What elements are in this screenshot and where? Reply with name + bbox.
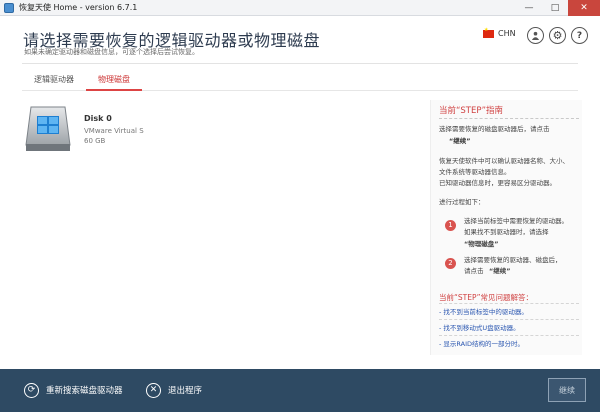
window-title: 恢复天使 Home - version 6.7.1 (19, 3, 138, 12)
title-bar: 恢复天使 Home - version 6.7.1 — □ ✕ (0, 0, 600, 16)
guide-process-label: 进行过程如下： (439, 198, 485, 206)
step-1-badge: 1 (445, 220, 456, 231)
faq-link-2[interactable]: - 找不到移动式U盘驱动器。 (439, 323, 520, 333)
faq-divider (439, 335, 579, 336)
app-icon (4, 2, 14, 13)
exit-label: 退出程序 (168, 386, 203, 396)
step-guide-panel: 当前“STEP”指南 选择需要恢复的磁盘驱动器后，请点击 “继续” 恢复天使软件… (430, 100, 582, 355)
guide-intro: 选择需要恢复的磁盘驱动器后，请点击 (439, 125, 550, 133)
exit-program-button[interactable]: ✕ 退出程序 (146, 380, 202, 400)
header: 请选择需要恢复的逻辑驱动器或物理磁盘 如果未确定驱动器和磁盘信息，可逐个选择后尝… (0, 16, 600, 66)
china-flag-icon (483, 27, 494, 38)
faq-divider (439, 303, 579, 304)
close-button[interactable]: ✕ (568, 0, 600, 16)
page-subtitle: 如果未确定驱动器和磁盘信息，可逐个选择后尝试恢复。 (24, 48, 199, 56)
header-divider (22, 63, 578, 64)
minimize-button[interactable]: — (516, 0, 542, 16)
language-selector[interactable]: CHN (483, 27, 516, 38)
rescan-label: 重新搜索磁盘驱动器 (46, 386, 123, 396)
disk-size: 60 GB (84, 137, 106, 145)
faq-title: 当前“STEP”常见问题解答： (439, 293, 534, 302)
step-2-badge: 2 (445, 258, 456, 269)
hard-disk-icon[interactable] (23, 105, 73, 153)
close-circle-icon: ✕ (146, 382, 161, 398)
tab-logical-drives[interactable]: 逻辑驱动器 (22, 72, 86, 91)
language-label: CHN (498, 29, 516, 38)
window-controls: — □ ✕ (516, 0, 600, 16)
tab-physical-disks[interactable]: 物理磁盘 (86, 72, 142, 91)
step-2-bold: “继续” (489, 267, 511, 275)
rescan-drives-button[interactable]: ⟳ 重新搜索磁盘驱动器 (24, 380, 123, 400)
guide-title: 当前“STEP”指南 (439, 106, 504, 116)
guide-divider (439, 118, 579, 119)
user-icon[interactable] (527, 27, 544, 44)
guide-desc-1: 恢复天使软件中可以确认驱动器名称、大小、 (439, 157, 569, 165)
help-icon[interactable]: ? (571, 27, 588, 44)
disk-name[interactable]: Disk 0 (84, 114, 112, 123)
gear-icon[interactable]: ⚙ (549, 27, 566, 44)
step-1-line-2: 如果找不到驱动器时，请选择 (464, 228, 549, 236)
disk-model: VMware Virtual S (84, 127, 144, 135)
guide-desc-3: 已知驱动器信息时，更容易区分驱动器。 (439, 179, 556, 187)
faq-link-1[interactable]: - 找不到当前标签中的驱动器。 (439, 307, 528, 317)
guide-intro-bold: “继续” (449, 137, 471, 145)
step-1-bold: “物理磁盘” (464, 240, 499, 248)
tab-bar: 逻辑驱动器 物理磁盘 (22, 72, 578, 91)
guide-desc-2: 文件系统等驱动器信息。 (439, 168, 511, 176)
continue-button[interactable]: 继续 (548, 378, 586, 402)
refresh-icon: ⟳ (24, 382, 39, 398)
step-2-line-1: 选择需要恢复的驱动器、磁盘后， (464, 256, 562, 264)
faq-link-3[interactable]: - 显示RAID结构的一部分时。 (439, 339, 524, 349)
step-1-line-1: 选择当前标签中需要恢复的驱动器。 (464, 217, 568, 225)
faq-divider (439, 319, 579, 320)
footer-bar: ⟳ 重新搜索磁盘驱动器 ✕ 退出程序 继续 (0, 369, 600, 412)
maximize-button[interactable]: □ (542, 0, 568, 16)
